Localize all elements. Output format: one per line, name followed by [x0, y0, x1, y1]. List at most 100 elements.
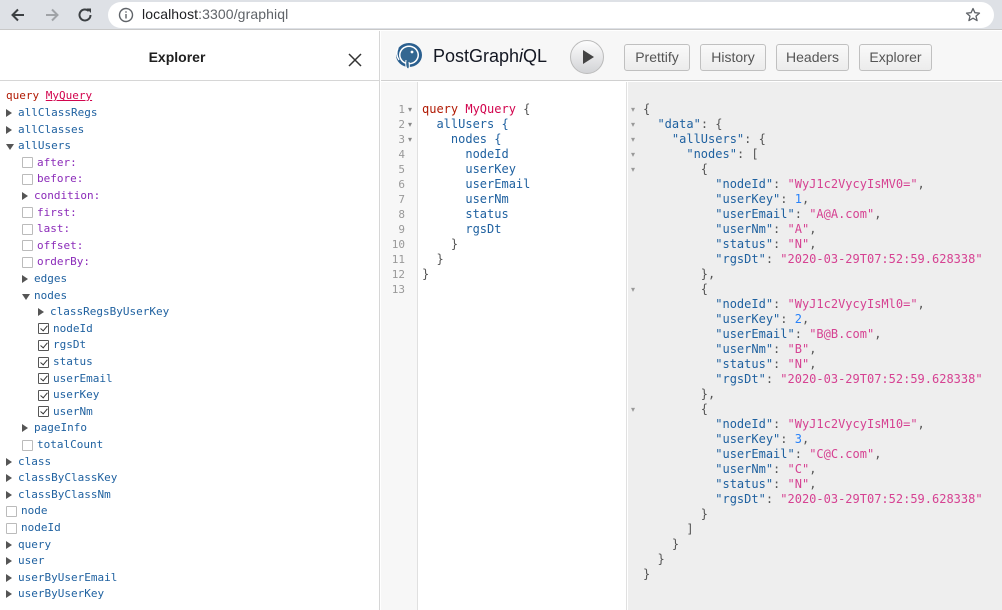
checkbox-icon[interactable] [22, 256, 33, 268]
caret-right-icon[interactable] [6, 573, 12, 582]
result-token [643, 357, 715, 371]
line-number: 4 [398, 148, 405, 161]
fold-toggle-icon[interactable]: ▾ [631, 282, 635, 297]
explorer-item[interactable]: classByClassKey [6, 470, 117, 486]
caret-right-icon[interactable] [6, 540, 12, 549]
explorer-item[interactable]: userKey [38, 387, 99, 403]
back-button[interactable] [6, 3, 30, 27]
fold-toggle-icon[interactable]: ▾ [631, 117, 635, 132]
fold-toggle-icon[interactable]: ▾ [631, 147, 635, 162]
explorer-toggle-button[interactable]: Explorer [859, 44, 932, 71]
caret-right-icon[interactable] [22, 192, 28, 200]
explorer-item[interactable]: offset: [22, 238, 83, 254]
checkbox-icon[interactable] [22, 157, 33, 169]
checkbox-icon[interactable] [22, 207, 33, 219]
checkbox-checked-icon[interactable] [38, 389, 49, 401]
explorer-item[interactable]: query [6, 537, 51, 553]
result-token: "2020-03-29T07:52:59.628338" [780, 492, 983, 506]
explorer-item[interactable]: allClassRegs [6, 105, 97, 121]
caret-right-icon[interactable] [6, 457, 12, 466]
url-host: localhost [142, 6, 199, 22]
checkbox-icon[interactable] [6, 522, 17, 534]
checkbox-checked-icon[interactable] [38, 339, 49, 351]
address-bar[interactable]: localhost:3300/graphiql [108, 2, 994, 28]
explorer-item[interactable]: class [6, 454, 51, 470]
fold-toggle-icon[interactable]: ▾ [631, 132, 635, 147]
checkbox-icon[interactable] [22, 439, 33, 451]
caret-right-icon[interactable] [22, 275, 28, 283]
explorer-item[interactable]: condition: [22, 188, 100, 204]
fold-toggle-icon[interactable]: ▾ [631, 102, 635, 117]
caret-right-icon[interactable] [6, 490, 12, 499]
explorer-item[interactable]: pageInfo [22, 420, 87, 436]
checkbox-checked-icon[interactable] [38, 406, 49, 418]
forward-button[interactable] [40, 3, 64, 27]
checkbox-checked-icon[interactable] [38, 323, 49, 335]
checkbox-icon[interactable] [22, 173, 33, 185]
checkbox-icon[interactable] [22, 223, 33, 235]
result-token: : [794, 327, 810, 341]
result-token: "N" [787, 357, 810, 371]
fold-toggle-icon[interactable]: ▾ [631, 402, 635, 417]
explorer-item[interactable]: status [38, 354, 93, 370]
explorer-item[interactable]: allUsers [6, 138, 71, 154]
explorer-item[interactable]: user [6, 553, 45, 569]
caret-right-icon[interactable] [6, 590, 12, 599]
explorer-item[interactable]: userByUserEmail [6, 570, 117, 586]
explorer-item[interactable]: orderBy: [22, 254, 90, 270]
close-icon[interactable] [346, 51, 364, 69]
explorer-item[interactable]: nodeId [38, 321, 93, 337]
explorer-panel: Explorer query MyQuery allClassRegs allCl… [0, 31, 380, 610]
explorer-item[interactable]: rgsDt [38, 337, 86, 353]
explorer-item[interactable]: allClasses [6, 122, 84, 138]
result-token: : { [744, 132, 766, 146]
fold-toggle-icon[interactable]: ▾ [408, 132, 412, 147]
result-token: "rgsDt" [715, 372, 766, 386]
explorer-item-label: userNm [53, 404, 93, 418]
checkbox-icon[interactable] [6, 505, 17, 517]
star-icon[interactable] [965, 7, 981, 23]
explorer-item[interactable]: edges [22, 271, 67, 287]
checkbox-checked-icon[interactable] [38, 356, 49, 368]
info-icon[interactable] [118, 7, 134, 23]
result-token: : [794, 447, 810, 461]
caret-right-icon[interactable] [6, 557, 12, 566]
explorer-item[interactable]: userEmail [38, 371, 113, 387]
fold-toggle-icon[interactable]: ▾ [408, 117, 412, 132]
explorer-query-root[interactable]: query MyQuery [6, 88, 92, 104]
caret-right-icon[interactable] [6, 125, 12, 134]
result-token: , [809, 357, 817, 371]
explorer-item[interactable]: totalCount [22, 437, 103, 453]
explorer-item[interactable]: after: [22, 155, 77, 171]
prettify-button[interactable]: Prettify [624, 44, 690, 71]
history-button[interactable]: History [700, 44, 766, 71]
caret-right-icon[interactable] [38, 308, 44, 317]
explorer-item[interactable]: before: [22, 171, 83, 187]
explorer-item[interactable]: userByUserKey [6, 586, 104, 602]
explorer-item[interactable]: node [6, 503, 48, 519]
execute-query-button[interactable] [570, 40, 604, 74]
explorer-item[interactable]: first: [22, 205, 77, 221]
reload-button[interactable] [73, 3, 97, 27]
explorer-item[interactable]: nodeId [6, 520, 61, 536]
caret-down-icon[interactable] [22, 293, 30, 300]
explorer-item[interactable]: classRegsByUserKey [38, 304, 169, 320]
result-token [643, 237, 715, 251]
explorer-item[interactable]: last: [22, 221, 70, 237]
caret-right-icon[interactable] [6, 474, 12, 483]
caret-down-icon[interactable] [6, 144, 14, 151]
caret-right-icon[interactable] [6, 109, 12, 117]
code-token: allUsers { [422, 117, 509, 131]
explorer-item[interactable]: nodes [22, 288, 67, 304]
checkbox-checked-icon[interactable] [38, 373, 49, 385]
fold-toggle-icon[interactable]: ▾ [631, 162, 635, 177]
query-name[interactable]: MyQuery [46, 88, 92, 104]
checkbox-icon[interactable] [22, 240, 33, 252]
explorer-item[interactable]: userNm [38, 404, 93, 420]
query-editor[interactable]: 1 ▾ 2 ▾ 3 ▾ 4 5 6 7 8 9 10 11 12 13 query MyQuery { all… [381, 82, 627, 610]
headers-button[interactable]: Headers [776, 44, 849, 71]
caret-right-icon[interactable] [22, 424, 28, 433]
result-token: { [643, 162, 709, 176]
explorer-item[interactable]: classByClassNm [6, 487, 111, 503]
fold-toggle-icon[interactable]: ▾ [408, 102, 412, 117]
